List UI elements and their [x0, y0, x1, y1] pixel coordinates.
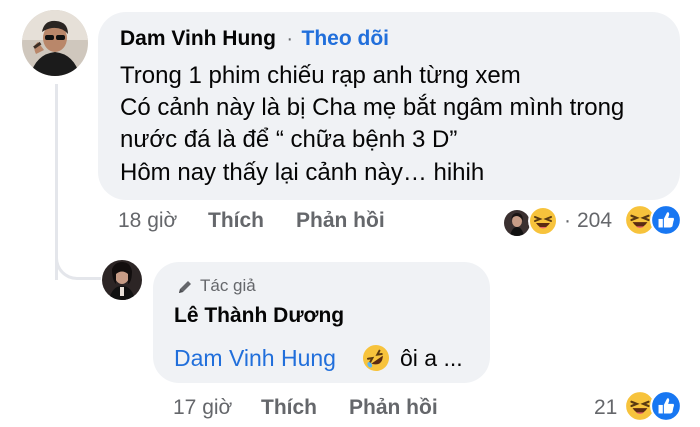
pencil-icon: [179, 281, 191, 293]
thread-connector: [55, 250, 101, 280]
reply-button[interactable]: Phản hồi: [296, 209, 385, 233]
reply-reply-button[interactable]: Phản hồi: [349, 396, 438, 420]
like-thumb-icon: [650, 390, 682, 422]
comment-text-line: Hôm nay thấy lại cảnh này… hihih: [120, 159, 485, 186]
reply-time[interactable]: 17 giờ: [173, 396, 232, 420]
comment-text-line: Có cảnh này là bị Cha mẹ bắt ngâm mình t…: [120, 94, 625, 121]
header-separator: ·: [286, 28, 294, 50]
reply-author[interactable]: Lê Thành Dương: [174, 304, 344, 328]
reply-like-button[interactable]: Thích: [261, 396, 317, 420]
comment-author[interactable]: Dam Vinh Hung: [120, 27, 276, 50]
comment-text-line: nước đá là để “ chữa bệnh 3 D”: [120, 126, 458, 153]
reply-author-avatar[interactable]: [102, 260, 142, 300]
follow-button[interactable]: Theo dõi: [302, 27, 390, 50]
comment-header: Dam Vinh Hung · Theo dõi: [120, 27, 389, 51]
comment-text-line: Trong 1 phim chiếu rạp anh từng xem: [120, 62, 521, 89]
reaction-count[interactable]: 204: [577, 209, 612, 233]
author-badge: Tác giả: [200, 276, 256, 295]
rofl-emoji-icon: [363, 345, 389, 371]
comment-time[interactable]: 18 giờ: [118, 209, 177, 233]
like-thumb-icon: [650, 204, 682, 236]
reply-reaction-count[interactable]: 21: [594, 396, 617, 420]
reply-text: ôi a ...: [400, 345, 463, 371]
commenter-avatar[interactable]: [22, 10, 88, 76]
laughing-emoji-icon: [528, 206, 558, 236]
like-button[interactable]: Thích: [208, 209, 264, 233]
reaction-separator: ·: [564, 209, 571, 232]
mention-link[interactable]: Dam Vinh Hung: [174, 345, 336, 372]
